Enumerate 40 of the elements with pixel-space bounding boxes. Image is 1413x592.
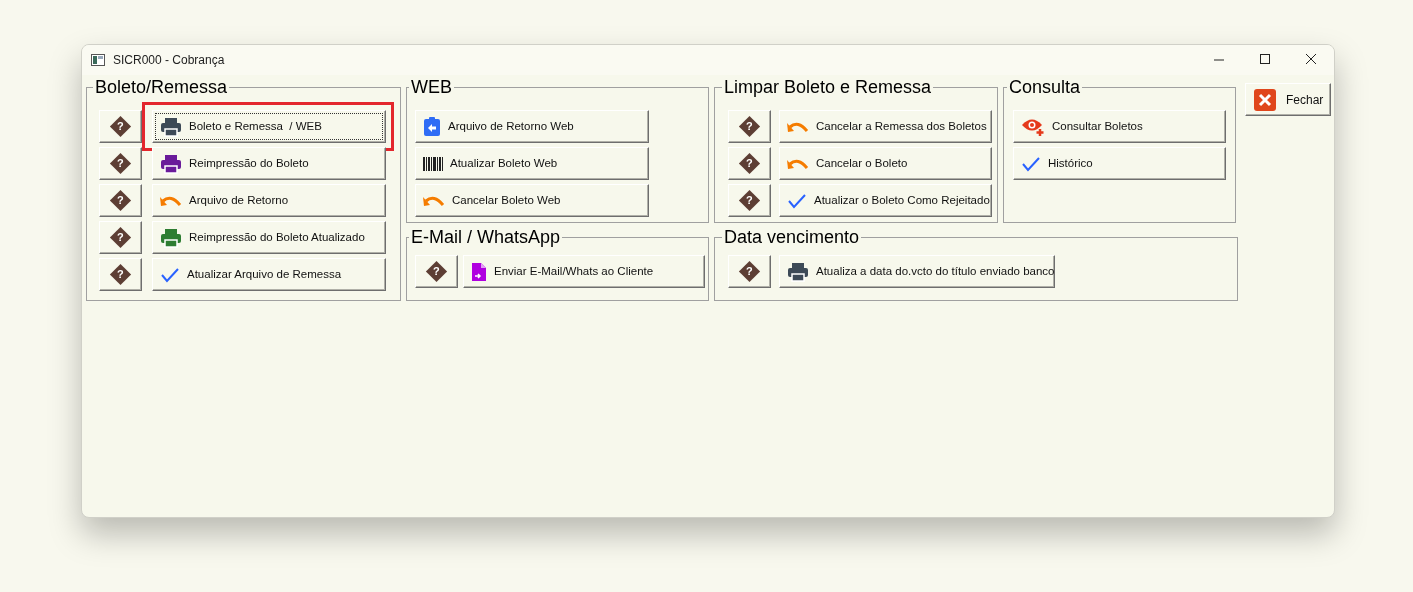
help-button[interactable]: ?	[99, 110, 142, 143]
close-icon	[1254, 88, 1276, 111]
checkmark-icon	[160, 266, 180, 283]
action-button[interactable]: Boleto e Remessa / WEB	[152, 110, 386, 143]
help-button[interactable]: ?	[99, 258, 142, 291]
action-button[interactable]: Histórico	[1013, 147, 1226, 180]
action-button[interactable]: Reimpressão do Boleto Atualizado	[152, 221, 386, 254]
app-icon	[91, 54, 105, 66]
action-button[interactable]: Reimpressão do Boleto	[152, 147, 386, 180]
action-button[interactable]: Cancelar a Remessa dos Boletos	[779, 110, 992, 143]
group-title: Data vencimento	[723, 227, 861, 247]
document-arrow-icon	[471, 261, 487, 282]
help-button[interactable]: ?	[99, 184, 142, 217]
group-title: WEB	[410, 77, 453, 97]
action-button[interactable]: Enviar E-Mail/Whats ao Cliente	[463, 255, 705, 288]
help-button[interactable]: ?	[99, 147, 142, 180]
help-button[interactable]: ?	[728, 255, 771, 288]
action-button[interactable]: Arquivo de Retorno Web	[415, 110, 649, 143]
checkmark-icon	[1021, 155, 1041, 172]
action-button[interactable]: Atualizar Arquivo de Remessa	[152, 258, 386, 291]
group-title: Limpar Boleto e Remessa	[723, 77, 933, 97]
action-button[interactable]: Atualizar o Boleto Como Rejeitado	[779, 184, 992, 217]
action-button[interactable]: Arquivo de Retorno	[152, 184, 386, 217]
checkmark-icon	[787, 192, 807, 209]
help-button[interactable]: ?	[728, 110, 771, 143]
action-button[interactable]: Consultar Boletos	[1013, 110, 1226, 143]
action-button[interactable]: Atualizar Boleto Web	[415, 147, 649, 180]
help-button[interactable]: ?	[415, 255, 458, 288]
group-title: Consulta	[1008, 77, 1082, 97]
help-button[interactable]: ?	[728, 147, 771, 180]
window-title: SICR000 - Cobrança	[113, 52, 225, 69]
help-button[interactable]: ?	[728, 184, 771, 217]
barcode-icon	[423, 156, 443, 171]
group-title: Boleto/Remessa	[94, 77, 229, 97]
close-button[interactable]: Fechar	[1245, 83, 1331, 116]
action-button[interactable]: Atualiza a data do.vcto do título enviado banco	[779, 255, 1055, 288]
help-button[interactable]: ?	[99, 221, 142, 254]
group-title: E-Mail / WhatsApp	[410, 227, 562, 247]
action-button[interactable]: Cancelar o Boleto	[779, 147, 992, 180]
action-button[interactable]: Cancelar Boleto Web	[415, 184, 649, 217]
